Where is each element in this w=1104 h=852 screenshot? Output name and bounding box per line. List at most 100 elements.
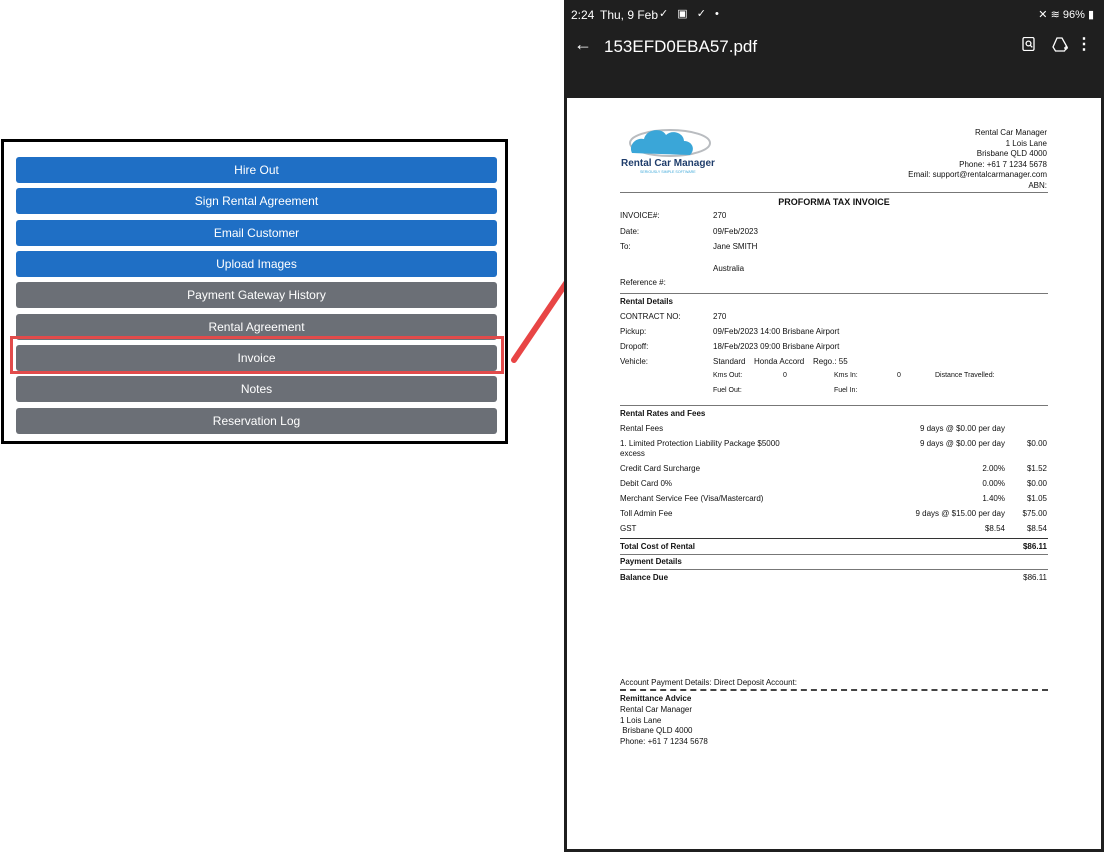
- kms-out-value: 0: [783, 372, 787, 379]
- rate-detail: 1.40%: [982, 494, 1005, 503]
- svg-text:SERIOUSLY SIMPLE SOFTWARE: SERIOUSLY SIMPLE SOFTWARE: [640, 170, 696, 174]
- invoice-to-country: Australia: [713, 264, 745, 273]
- status-bar: 2:24 Thu, 9 Feb ✓ ▣ ✓ • ✕ ≋ 96% ▮: [564, 0, 1104, 28]
- search-doc-icon[interactable]: [1022, 37, 1036, 51]
- invoice-pdf-page: Rental Car Manager SERIOUSLY SIMPLE SOFT…: [567, 98, 1101, 849]
- divider: [620, 554, 1048, 555]
- rate-amount: $0.00: [1026, 479, 1047, 488]
- reservation-log-button[interactable]: Reservation Log: [16, 408, 497, 434]
- dropoff-label: Dropoff:: [620, 342, 649, 351]
- remittance-line: Brisbane QLD 4000: [620, 726, 693, 735]
- total-label: Total Cost of Rental: [620, 542, 695, 551]
- rate-amount: $75.00: [1022, 509, 1047, 518]
- invoice-to-label: To:: [620, 242, 631, 251]
- upload-images-button[interactable]: Upload Images: [16, 251, 497, 277]
- sign-rental-agreement-button[interactable]: Sign Rental Agreement: [16, 188, 497, 214]
- divider: [620, 405, 1048, 406]
- remittance-line: Rental Car Manager: [620, 705, 693, 714]
- invoice-date-value: 09/Feb/2023: [713, 227, 758, 236]
- vehicle-rego: Rego.: 55: [813, 357, 848, 366]
- rate-detail: 9 days @ $0.00 per day: [919, 439, 1005, 448]
- contract-value: 270: [713, 312, 727, 321]
- rate-amount: $1.52: [1026, 464, 1047, 473]
- notification-icons: ✓ ▣ ✓ •: [659, 8, 722, 20]
- more-vert-icon[interactable]: ⋮: [1076, 34, 1092, 54]
- divider: [620, 192, 1048, 193]
- drive-add-icon[interactable]: [1052, 37, 1068, 53]
- balance-due-label: Balance Due: [620, 573, 669, 582]
- status-date: Thu, 9 Feb: [600, 8, 659, 22]
- payment-gateway-history-button[interactable]: Payment Gateway History: [16, 282, 497, 308]
- rental-agreement-button[interactable]: Rental Agreement: [16, 314, 497, 340]
- invoice-date-label: Date:: [620, 227, 640, 236]
- rate-detail: 9 days @ $0.00 per day: [919, 424, 1005, 433]
- total-value: $86.11: [1022, 542, 1047, 551]
- vehicle-model: Honda Accord: [754, 357, 805, 366]
- rate-name: GST: [620, 524, 637, 533]
- email-customer-button[interactable]: Email Customer: [16, 220, 497, 246]
- pickup-value: 09/Feb/2023 14:00 Brisbane Airport: [713, 327, 840, 336]
- mute-icon: ✕: [1038, 9, 1048, 21]
- kms-in-value: 0: [897, 372, 901, 379]
- balance-due-value: $86.11: [1023, 573, 1047, 582]
- invoice-number-value: 270: [713, 211, 727, 220]
- pickup-label: Pickup:: [620, 327, 647, 336]
- rate-name: Toll Admin Fee: [620, 509, 673, 518]
- vehicle-class: Standard: [713, 357, 746, 366]
- wifi-icon: ≋: [1050, 9, 1060, 21]
- rate-detail: 2.00%: [982, 464, 1005, 473]
- rental-car-manager-logo: Rental Car Manager SERIOUSLY SIMPLE SOFT…: [621, 129, 715, 174]
- rate-amount: $0.00: [1026, 439, 1047, 448]
- divider: [620, 538, 1048, 539]
- phone-screen: 2:24 Thu, 9 Feb ✓ ▣ ✓ • ✕ ≋ 96% ▮ ← 153E…: [564, 0, 1104, 852]
- divider: [620, 569, 1048, 570]
- invoice-number-label: INVOICE#:: [620, 211, 660, 220]
- remittance-line: 1 Lois Lane: [620, 716, 662, 725]
- svg-text:Rental Car Manager: Rental Car Manager: [621, 158, 715, 169]
- payment-details-heading: Payment Details: [620, 557, 682, 566]
- rate-name: Credit Card Surcharge: [620, 464, 701, 473]
- kms-in-label: Kms In:: [834, 372, 858, 379]
- divider: [620, 293, 1048, 294]
- rate-detail: $8.54: [984, 524, 1005, 533]
- contract-label: CONTRACT NO:: [620, 312, 681, 321]
- rate-name-continued: excess: [620, 449, 645, 458]
- arrow-left-icon[interactable]: ←: [574, 34, 592, 55]
- vehicle-label: Vehicle:: [620, 357, 649, 366]
- company-address1: 1 Lois Lane: [1005, 139, 1047, 148]
- battery-icon: ▮: [1087, 9, 1094, 21]
- invoice-button[interactable]: Invoice: [16, 345, 497, 371]
- fuel-out-label: Fuel Out:: [713, 387, 742, 394]
- remittance-line: Phone: +61 7 1234 5678: [620, 737, 708, 746]
- pdf-app-bar: ← 153EFD0EBA57.pdf ⋮: [564, 28, 1104, 66]
- company-address2: Brisbane QLD 4000: [976, 149, 1047, 158]
- fuel-in-label: Fuel In:: [834, 387, 858, 394]
- dropoff-value: 18/Feb/2023 09:00 Brisbane Airport: [713, 342, 840, 351]
- rental-details-heading: Rental Details: [620, 297, 673, 306]
- rate-amount: $8.54: [1026, 524, 1047, 533]
- invoice-title: PROFORMA TAX INVOICE: [778, 197, 890, 207]
- file-title: 153EFD0EBA57.pdf: [604, 37, 758, 56]
- invoice-to-value: Jane SMITH: [713, 242, 758, 251]
- rate-name: Rental Fees: [620, 424, 664, 433]
- rate-detail: 9 days @ $15.00 per day: [915, 509, 1005, 518]
- company-abn: ABN:: [1028, 181, 1047, 190]
- status-time: 2:24: [571, 8, 595, 22]
- remittance-cut-line: [620, 689, 1048, 691]
- battery-level: 96%: [1062, 9, 1085, 21]
- action-menu-panel: Hire Out Sign Rental Agreement Email Cus…: [1, 139, 508, 444]
- rate-amount: $1.05: [1026, 494, 1047, 503]
- account-payment-details: Account Payment Details: Direct Deposit …: [620, 678, 797, 687]
- status-right-group: ✕ ≋ 96% ▮: [1038, 8, 1094, 21]
- kms-out-label: Kms Out:: [713, 372, 743, 379]
- company-phone: Phone: +61 7 1234 5678: [959, 160, 1047, 169]
- distance-label: Distance Travelled:: [935, 372, 995, 379]
- rate-name: Merchant Service Fee (Visa/Mastercard): [620, 494, 764, 503]
- rates-heading: Rental Rates and Fees: [620, 409, 706, 418]
- company-email: Email: support@rentalcarmanager.com: [908, 170, 1047, 179]
- rate-name: 1. Limited Protection Liability Package …: [620, 439, 780, 448]
- rate-name: Debit Card 0%: [620, 479, 673, 488]
- remittance-heading: Remittance Advice: [620, 694, 692, 703]
- notes-button[interactable]: Notes: [16, 376, 497, 402]
- hire-out-button[interactable]: Hire Out: [16, 157, 497, 183]
